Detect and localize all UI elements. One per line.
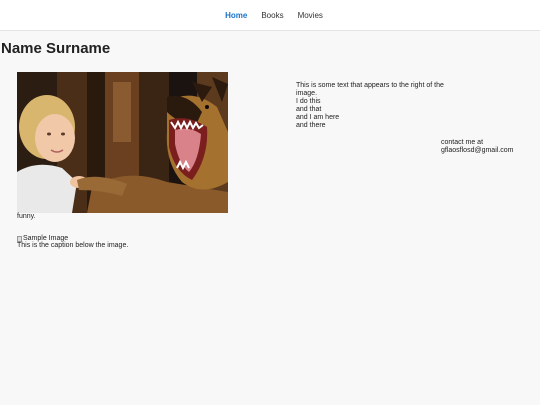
side-text-line: and that [296, 106, 322, 113]
side-text-line: I do this [296, 98, 321, 105]
side-text-line: and I am here [296, 114, 340, 121]
contact-block: contact me at gflaosflosd@gmail.com [441, 139, 513, 155]
nav-link-home[interactable]: Home [225, 11, 247, 20]
top-navbar: Home Books Movies [0, 0, 540, 31]
side-text-line: This is some text that appears to the ri… [296, 82, 444, 97]
photo-caption: funny. [17, 213, 36, 220]
page: Home Books Movies Name Surname funny. Th… [0, 0, 540, 405]
side-text-block: This is some text that appears to the ri… [296, 82, 446, 130]
contact-email: gflaosflosd@gmail.com [441, 147, 514, 154]
page-title: Name Surname [1, 40, 111, 57]
nav-link-movies[interactable]: Movies [298, 11, 323, 20]
contact-label: contact me at [441, 139, 484, 146]
side-text-line: and there [296, 122, 326, 129]
photo-girl-and-dog [17, 72, 228, 213]
sample-image-caption: This is the caption below the image. [17, 242, 129, 249]
nav-link-books[interactable]: Books [261, 11, 283, 20]
